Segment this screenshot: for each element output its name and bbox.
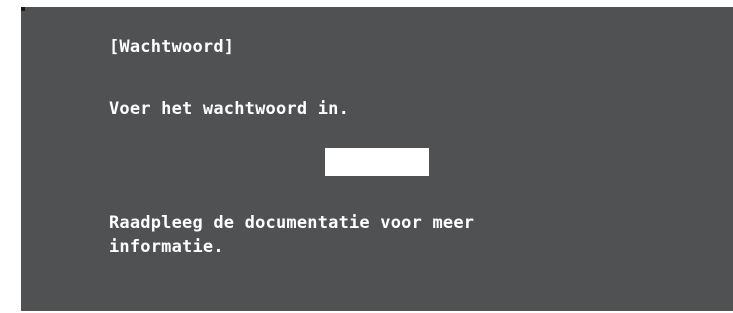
dialog-title: [Wachtwoord] <box>109 37 235 57</box>
info-text: Raadpleeg de documentatie voor meer info… <box>109 213 475 257</box>
password-prompt: Voer het wachtwoord in. <box>109 99 350 119</box>
password-dialog: [Wachtwoord] Voer het wachtwoord in. Raa… <box>21 7 733 311</box>
corner-marker <box>21 7 25 11</box>
password-input[interactable] <box>325 148 429 176</box>
